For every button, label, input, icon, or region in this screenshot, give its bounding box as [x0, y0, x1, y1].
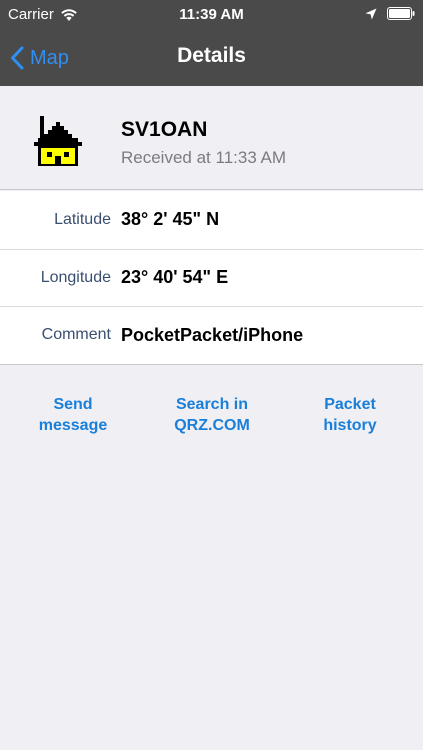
navigation-bar: Map Details: [0, 30, 423, 86]
search-qrz-button[interactable]: Search in QRZ.COM: [158, 394, 266, 436]
status-bar: Carrier 11:39 AM: [0, 0, 423, 30]
send-message-line2: message: [38, 417, 108, 434]
longitude-value: 23° 40' 54" E: [121, 267, 229, 288]
comment-label: Comment: [41, 326, 111, 344]
send-message-button[interactable]: Send message: [20, 394, 126, 436]
latitude-value: 38° 2' 45" N: [121, 209, 220, 230]
received-time: Received at 11:33 AM: [121, 148, 287, 167]
location-arrow-icon: [365, 8, 377, 19]
detail-row-longitude: Longitude 23° 40' 54" E: [0, 248, 423, 307]
detail-row-comment: Comment PocketPacket/iPhone: [0, 306, 423, 364]
status-right: [365, 7, 415, 20]
station-header: SV1OAN Received at 11:33 AM: [0, 86, 423, 190]
detail-row-latitude: Latitude 38° 2' 45" N: [0, 191, 423, 249]
latitude-label: Latitude: [54, 210, 111, 228]
house-symbol-icon: [34, 116, 82, 166]
longitude-label: Longitude: [40, 268, 111, 286]
packet-history-line2: history: [323, 417, 377, 434]
action-buttons: Send message Search in QRZ.COM Packet hi…: [0, 394, 423, 444]
battery-icon: [387, 7, 415, 20]
page-title: Details: [177, 44, 246, 67]
station-callsign: SV1OAN: [121, 118, 208, 141]
search-qrz-line1: Search in: [175, 396, 249, 413]
comment-value: PocketPacket/iPhone: [121, 324, 304, 345]
status-time: 11:39 AM: [179, 6, 244, 23]
packet-history-button[interactable]: Packet history: [300, 394, 400, 436]
send-message-line1: Send: [53, 396, 93, 413]
packet-history-line1: Packet: [324, 396, 376, 413]
search-qrz-line2: QRZ.COM: [174, 417, 250, 434]
details-table: Latitude 38° 2' 45" N Longitude 23° 40' …: [0, 191, 423, 365]
